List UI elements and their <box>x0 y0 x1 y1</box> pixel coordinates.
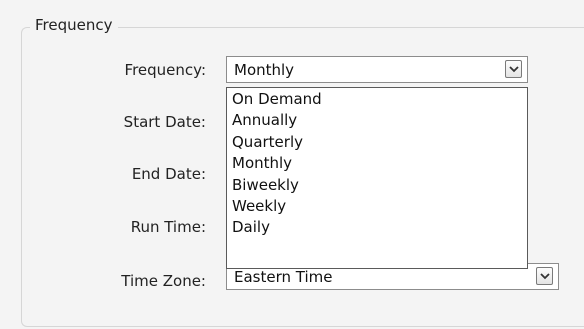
time-zone-dropdown-button[interactable] <box>536 267 553 285</box>
frequency-select[interactable]: Monthly <box>226 56 528 83</box>
frequency-label: Frequency: <box>124 61 206 79</box>
frequency-option-monthly[interactable]: Monthly <box>227 153 527 174</box>
frequency-option-quarterly[interactable]: Quarterly <box>227 132 527 153</box>
frequency-option-weekly[interactable]: Weekly <box>227 196 527 217</box>
chevron-down-icon <box>540 273 550 280</box>
run-time-label: Run Time: <box>130 218 206 236</box>
frequency-select-value: Monthly <box>234 61 295 79</box>
chevron-down-icon <box>509 66 519 73</box>
end-date-label: End Date: <box>131 165 206 183</box>
time-zone-label: Time Zone: <box>121 272 206 290</box>
frequency-dropdown-list[interactable]: On Demand Annually Quarterly Monthly Biw… <box>226 87 528 269</box>
group-legend: Frequency <box>30 14 118 36</box>
frequency-dropdown-button[interactable] <box>505 60 522 78</box>
frequency-option-daily[interactable]: Daily <box>227 217 527 238</box>
frequency-option-biweekly[interactable]: Biweekly <box>227 175 527 196</box>
frequency-option-annually[interactable]: Annually <box>227 110 527 131</box>
time-zone-select-value: Eastern Time <box>234 268 333 286</box>
frequency-option-on-demand[interactable]: On Demand <box>227 89 527 110</box>
start-date-label: Start Date: <box>123 113 206 131</box>
frequency-settings-page: Frequency Frequency: Monthly Start Date:… <box>0 0 584 329</box>
